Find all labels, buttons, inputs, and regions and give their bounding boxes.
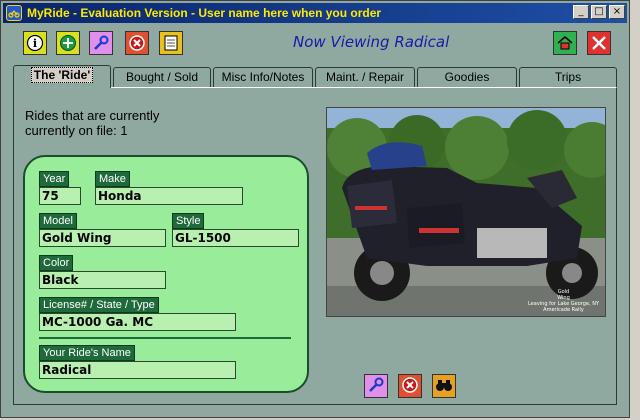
home-icon	[556, 34, 574, 52]
rides-count-text: Rides that are currently currently on fi…	[25, 108, 160, 138]
color-label: Color	[39, 255, 74, 271]
delete-photo-button[interactable]	[398, 374, 422, 398]
style-field[interactable]: GL-1500	[172, 229, 299, 247]
tab-label: The 'Ride'	[30, 67, 94, 83]
maximize-button[interactable]: □	[591, 5, 607, 19]
delete-button[interactable]	[125, 31, 149, 55]
make-field[interactable]: Honda	[95, 187, 243, 205]
color-field[interactable]: Black	[39, 271, 166, 289]
add-icon	[59, 34, 77, 52]
model-field[interactable]: Gold Wing	[39, 229, 166, 247]
photo-caption: Gold Wing Leaving for Lake George, NY Am…	[528, 289, 599, 313]
add-button[interactable]	[56, 31, 80, 55]
info-button[interactable]: i	[23, 31, 47, 55]
exit-button[interactable]	[587, 31, 611, 55]
title-bar[interactable]: MyRide - Evaluation Version - User name …	[3, 3, 627, 23]
style-label: Style	[172, 213, 205, 229]
year-field[interactable]: 75	[39, 187, 81, 205]
find-button[interactable]	[432, 374, 456, 398]
window-title: MyRide - Evaluation Version - User name …	[27, 6, 382, 20]
info-icon: i	[26, 34, 44, 52]
ride-name-field[interactable]: Radical	[39, 361, 236, 379]
app-window: MyRide - Evaluation Version - User name …	[0, 0, 630, 418]
home-button[interactable]	[553, 31, 577, 55]
license-label: License# / State / Type	[39, 297, 159, 313]
minimize-button[interactable]: _	[573, 5, 589, 19]
now-viewing-heading: Now Viewing Radical	[293, 33, 450, 51]
ride-photo: Gold Wing Leaving for Lake George, NY Am…	[326, 107, 606, 317]
svg-text:i: i	[33, 37, 37, 50]
divider	[39, 337, 291, 339]
tab-maint-repair[interactable]: Maint. / Repair	[315, 67, 415, 87]
wrench-icon	[367, 376, 385, 397]
tab-goodies[interactable]: Goodies	[417, 67, 517, 87]
edit-photo-button[interactable]	[364, 374, 388, 398]
delete-icon	[128, 34, 146, 52]
tab-misc-info[interactable]: Misc Info/Notes	[213, 67, 313, 87]
tab-the-ride[interactable]: The 'Ride'	[13, 65, 111, 88]
model-label: Model	[39, 213, 77, 229]
tab-trips[interactable]: Trips	[519, 67, 617, 87]
make-label: Make	[95, 171, 130, 187]
delete-icon	[401, 376, 419, 397]
caption-line: Americade Rally	[543, 307, 584, 313]
wrench-icon	[92, 34, 110, 52]
binoculars-icon	[435, 376, 453, 397]
notepad-button[interactable]	[159, 31, 183, 55]
notepad-icon	[162, 34, 180, 52]
close-icon	[590, 34, 608, 52]
motorcycle-app-icon[interactable]	[6, 5, 22, 21]
close-window-button[interactable]: ×	[609, 5, 625, 19]
year-label: Year	[39, 171, 70, 187]
tab-bought-sold[interactable]: Bought / Sold	[113, 67, 211, 87]
ride-name-label: Your Ride's Name	[39, 345, 135, 361]
wrench-button[interactable]	[89, 31, 113, 55]
license-field[interactable]: MC-1000 Ga. MC	[39, 313, 236, 331]
